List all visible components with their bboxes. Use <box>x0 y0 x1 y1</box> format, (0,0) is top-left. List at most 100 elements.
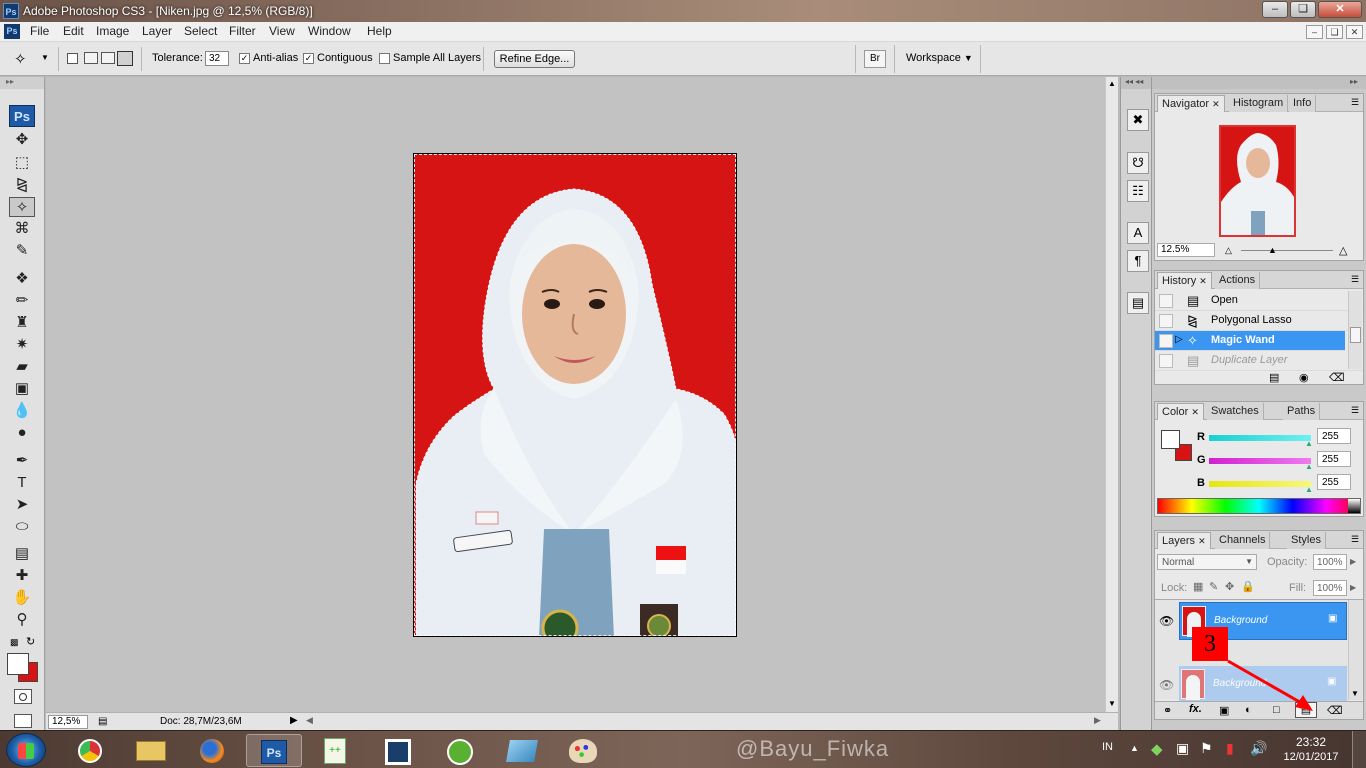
blur-tool-icon[interactable]: 💧 <box>9 401 35 421</box>
doc-minimize-button[interactable]: – <box>1306 25 1323 39</box>
snapshot-icon[interactable]: ◉ <box>1299 371 1309 384</box>
volume-icon[interactable]: 🔊 <box>1250 740 1267 757</box>
ellipse-tool-icon[interactable]: ⬭ <box>9 517 35 537</box>
menu-view[interactable]: View <box>268 24 296 38</box>
trash-icon[interactable]: ⌫ <box>1327 704 1343 717</box>
menu-filter[interactable]: Filter <box>228 24 257 38</box>
layer-style-icon[interactable]: fx. <box>1189 703 1202 715</box>
marquee-tool-icon[interactable]: ⬚ <box>9 153 35 173</box>
doc-restore-button[interactable]: ❏ <box>1326 25 1343 39</box>
dodge-tool-icon[interactable]: ● <box>9 423 35 443</box>
visibility-eye-icon[interactable]: 👁 <box>1159 614 1174 628</box>
lock-position-icon[interactable]: ✥ <box>1225 580 1234 593</box>
panel-menu-icon[interactable]: ☰ <box>1351 274 1359 285</box>
type-tool-icon[interactable]: T <box>9 473 35 493</box>
paragraph-icon[interactable]: ¶ <box>1127 250 1149 272</box>
foreground-color-swatch[interactable] <box>7 653 29 675</box>
channel-b-handle[interactable]: ▲ <box>1305 485 1313 494</box>
screen-mode-icon[interactable] <box>14 714 32 728</box>
paint-icon[interactable] <box>555 734 611 767</box>
scroll-down-icon[interactable]: ▼ <box>1108 699 1116 708</box>
panels-grip[interactable]: ▸▸ <box>1152 77 1366 89</box>
clone-stamp-icon[interactable]: ♜ <box>9 313 35 333</box>
color-foreground-swatch[interactable] <box>1161 430 1180 449</box>
character-icon[interactable]: A <box>1127 222 1149 244</box>
zoom-out-icon[interactable]: △ <box>1225 245 1232 256</box>
anti-alias-checkbox[interactable]: ✓ <box>239 53 250 64</box>
photoshop-app-icon[interactable]: Ps <box>3 3 19 19</box>
visibility-eye-icon[interactable]: 👁 <box>1159 678 1174 692</box>
channel-g-input[interactable]: 255 <box>1317 451 1351 467</box>
menu-edit[interactable]: Edit <box>62 24 85 38</box>
zoom-tool-icon[interactable]: ⚲ <box>9 610 35 630</box>
history-brush-icon[interactable]: ✷ <box>9 335 35 355</box>
tab-history[interactable]: History ✕ <box>1157 272 1212 289</box>
quick-mask-icon[interactable] <box>14 689 32 704</box>
notepad-plus-icon[interactable]: ++ <box>307 734 363 767</box>
eraser-tool-icon[interactable]: ▰ <box>9 357 35 377</box>
network-tray-icon[interactable]: ◆ <box>1151 740 1163 758</box>
clone-source-icon[interactable]: ☷ <box>1127 180 1149 202</box>
lock-transparency-icon[interactable]: ▦ <box>1193 580 1203 593</box>
magic-wand-icon[interactable]: ✧ <box>14 50 27 68</box>
navigator-thumbnail[interactable] <box>1219 125 1296 237</box>
slice-tool-icon[interactable]: ✎ <box>9 241 35 261</box>
tab-styles[interactable]: Styles <box>1287 532 1326 549</box>
fill-input[interactable]: 100% <box>1313 580 1347 596</box>
lasso-tool-icon[interactable]: ⧎ <box>9 175 35 195</box>
zoom-slider[interactable] <box>1241 250 1333 251</box>
healing-brush-icon[interactable]: ❖ <box>9 269 35 289</box>
notes-tool-icon[interactable]: ▤ <box>9 544 35 564</box>
zoom-in-icon[interactable]: △ <box>1339 244 1347 257</box>
photoshop-taskbar-icon[interactable]: Ps <box>246 734 302 767</box>
clock-time[interactable]: 23:32 <box>1286 735 1336 749</box>
document-icon[interactable]: Ps <box>4 24 20 39</box>
photo-image[interactable] <box>413 153 737 637</box>
pen-tool-icon[interactable]: ✒ <box>9 451 35 471</box>
vertical-scrollbar[interactable]: ▲ ▼ <box>1105 77 1118 712</box>
magic-wand-tool-icon[interactable]: ✧ <box>9 197 35 217</box>
hscroll-left-icon[interactable]: ◀ <box>306 715 313 726</box>
show-desktop-button[interactable] <box>1352 731 1366 768</box>
action-center-icon[interactable]: ⚑ <box>1200 740 1213 757</box>
hand-tool-icon[interactable]: ✋ <box>9 588 35 608</box>
navigator-zoom-field[interactable]: 12.5% <box>1157 243 1215 257</box>
lock-all-icon[interactable]: 🔒 <box>1241 580 1255 593</box>
blend-mode-select[interactable]: Normal ▼ <box>1157 554 1257 570</box>
move-tool-icon[interactable]: ✥ <box>9 130 35 150</box>
tolerance-input[interactable]: 32 <box>205 51 229 66</box>
tab-color[interactable]: Color ✕ <box>1157 403 1204 420</box>
layer-comps-icon[interactable]: ▤ <box>1127 292 1149 314</box>
channel-r-handle[interactable]: ▲ <box>1305 439 1313 448</box>
hscroll-right-icon[interactable]: ▶ <box>1094 715 1101 726</box>
tool-presets-icon[interactable]: ✖ <box>1127 109 1149 131</box>
channel-g-handle[interactable]: ▲ <box>1305 462 1313 471</box>
device-tray-icon[interactable]: ▣ <box>1176 740 1189 757</box>
signal-tray-icon[interactable]: ▮ <box>1226 740 1234 757</box>
tab-layers[interactable]: Layers ✕ <box>1157 532 1211 549</box>
dock-grip[interactable]: ◂◂ ◂◂ <box>1121 77 1151 89</box>
default-colors-icon[interactable]: ▩ <box>10 637 19 648</box>
ps-badge[interactable]: Ps <box>9 105 35 127</box>
refine-edge-button[interactable]: Refine Edge... <box>494 50 575 68</box>
intersect-selection-icon[interactable] <box>117 51 133 66</box>
contiguous-checkbox[interactable]: ✓ <box>303 53 314 64</box>
add-to-selection-icon[interactable] <box>84 52 98 64</box>
status-menu-icon[interactable]: ▤ <box>98 716 107 727</box>
lock-pixels-icon[interactable]: ✎ <box>1209 580 1218 593</box>
link-layers-icon[interactable]: ⚭ <box>1163 704 1172 717</box>
channel-b-slider[interactable] <box>1209 481 1311 487</box>
tab-swatches[interactable]: Swatches <box>1207 403 1264 420</box>
history-item[interactable]: ▤ Duplicate Layer <box>1155 351 1363 371</box>
path-selection-icon[interactable]: ➤ <box>9 495 35 515</box>
channel-b-input[interactable]: 255 <box>1317 474 1351 490</box>
panel-menu-icon[interactable]: ☰ <box>1351 97 1359 108</box>
show-hidden-icons-icon[interactable]: ▲ <box>1130 743 1139 753</box>
new-document-from-state-icon[interactable]: ▤ <box>1269 371 1279 384</box>
menu-window[interactable]: Window <box>307 24 352 38</box>
close-button[interactable]: ✕ <box>1318 1 1362 18</box>
menu-select[interactable]: Select <box>183 24 218 38</box>
tab-paths[interactable]: Paths <box>1283 403 1321 420</box>
menu-help[interactable]: Help <box>366 24 393 38</box>
new-selection-icon[interactable] <box>67 53 78 64</box>
